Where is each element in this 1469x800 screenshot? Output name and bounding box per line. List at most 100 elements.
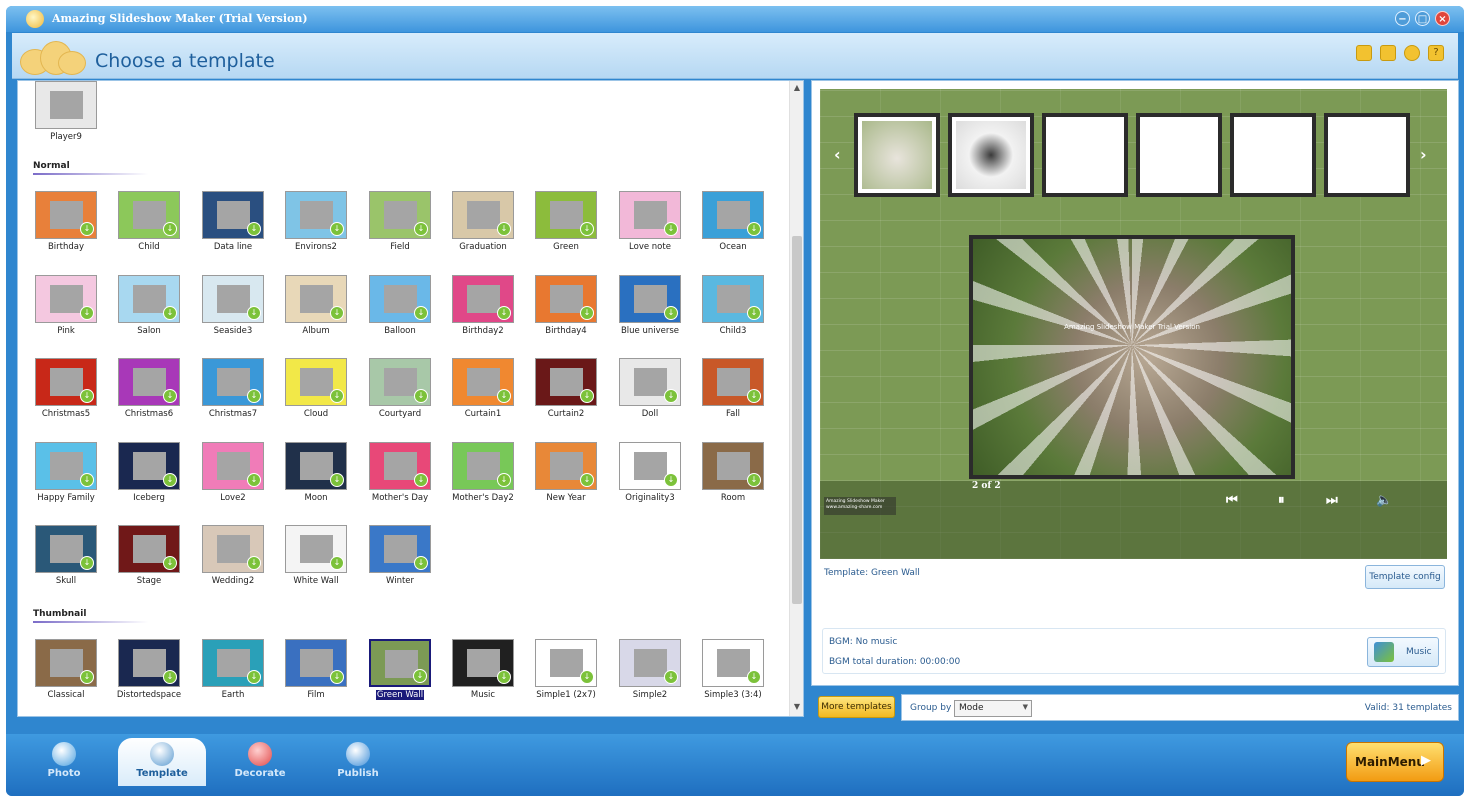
template-item[interactable]: ↓ Wedding2 xyxy=(193,525,273,589)
tab-template[interactable]: Template xyxy=(118,738,206,786)
template-item[interactable]: ↓ Album xyxy=(276,275,356,339)
template-item[interactable]: ↓ Child3 xyxy=(693,275,773,339)
photo-placeholder xyxy=(550,368,583,396)
template-item[interactable]: ↓ Fall xyxy=(693,358,773,422)
template-item[interactable]: ↓ Pink xyxy=(26,275,106,339)
template-thumbnail: ↓ xyxy=(118,275,180,323)
close-button[interactable]: × xyxy=(1435,11,1450,26)
template-item[interactable]: ↓ Winter xyxy=(360,525,440,589)
tab-publish-label: Publish xyxy=(337,768,379,779)
maximize-button[interactable]: □ xyxy=(1415,11,1430,26)
template-item[interactable]: ↓ Love2 xyxy=(193,442,273,506)
prev-icon[interactable]: ⏮ xyxy=(1226,493,1238,508)
template-item[interactable]: ↓ Birthday4 xyxy=(526,275,606,339)
template-item[interactable]: ↓ White Wall xyxy=(276,525,356,589)
template-item[interactable]: ↓ Birthday xyxy=(26,191,106,255)
template-item[interactable]: ↓ Ocean xyxy=(693,191,773,255)
strip-slot-3[interactable] xyxy=(1042,113,1128,197)
template-scrollbar[interactable]: ▲ ▼ xyxy=(789,81,803,716)
template-item[interactable]: ↓ Moon xyxy=(276,442,356,506)
template-item[interactable]: ↓ Child xyxy=(109,191,189,255)
strip-photo-1[interactable] xyxy=(854,113,940,197)
template-item[interactable]: ↓ Love note xyxy=(610,191,690,255)
tips-icon[interactable] xyxy=(1404,45,1420,61)
next-icon[interactable]: ⏭ xyxy=(1326,493,1338,508)
photo-placeholder xyxy=(717,368,750,396)
template-item[interactable]: ↓ Balloon xyxy=(360,275,440,339)
tab-publish[interactable]: Publish xyxy=(314,738,402,786)
template-item[interactable]: ↓ Classical xyxy=(26,639,106,703)
strip-slot-5[interactable] xyxy=(1230,113,1316,197)
music-button[interactable]: Music xyxy=(1367,637,1439,667)
template-item[interactable]: ↓ Distortedspace xyxy=(109,639,189,703)
scroll-down-icon[interactable]: ▼ xyxy=(792,702,802,714)
main-menu-button[interactable]: MainMenu ▶ xyxy=(1346,742,1444,782)
template-item[interactable]: ↓ Simple1 (2x7) xyxy=(526,639,606,703)
save-icon[interactable] xyxy=(1380,45,1396,61)
template-label: Happy Family xyxy=(37,493,95,503)
pause-icon[interactable]: ⏸ xyxy=(1278,493,1285,508)
template-item[interactable]: ↓ Happy Family xyxy=(26,442,106,506)
minimize-button[interactable]: − xyxy=(1395,11,1410,26)
template-item[interactable]: ↓ Stage xyxy=(109,525,189,589)
strip-next-icon[interactable]: › xyxy=(1420,145,1427,164)
photo-placeholder xyxy=(550,649,583,677)
template-label: Data line xyxy=(213,242,253,252)
strip-prev-icon[interactable]: ‹ xyxy=(834,145,841,164)
template-config-button[interactable]: Template config xyxy=(1365,565,1445,589)
tab-photo[interactable]: Photo xyxy=(20,738,108,786)
template-item[interactable]: ↓ Earth xyxy=(193,639,273,703)
template-item[interactable]: ↓ Curtain1 xyxy=(443,358,523,422)
template-item[interactable]: ↓ Green xyxy=(526,191,606,255)
template-label: Courtyard xyxy=(378,409,422,419)
template-item[interactable]: ↓ Green Wall xyxy=(360,639,440,703)
template-item[interactable]: ↓ Birthday2 xyxy=(443,275,523,339)
bgm-label: BGM: No music xyxy=(829,637,898,647)
template-item[interactable]: ↓ New Year xyxy=(526,442,606,506)
template-item[interactable]: Player9 xyxy=(26,81,106,145)
folder-icon[interactable] xyxy=(1356,45,1372,61)
template-item[interactable]: ↓ Courtyard xyxy=(360,358,440,422)
template-item[interactable]: ↓ Christmas6 xyxy=(109,358,189,422)
template-item[interactable]: ↓ Data line xyxy=(193,191,273,255)
download-icon: ↓ xyxy=(747,222,761,236)
download-icon: ↓ xyxy=(414,556,428,570)
template-item[interactable]: ↓ Salon xyxy=(109,275,189,339)
strip-slot-6[interactable] xyxy=(1324,113,1410,197)
title-bar: Amazing Slideshow Maker (Trial Version) … xyxy=(6,6,1464,32)
template-item[interactable]: ↓ Blue universe xyxy=(610,275,690,339)
template-label: Iceberg xyxy=(133,493,165,503)
template-item[interactable]: ↓ Room xyxy=(693,442,773,506)
help-icon[interactable]: ? xyxy=(1428,45,1444,61)
more-templates-button[interactable]: More templates xyxy=(818,696,895,718)
template-item[interactable]: ↓ Simple2 xyxy=(610,639,690,703)
template-item[interactable]: ↓ Curtain2 xyxy=(526,358,606,422)
download-icon: ↓ xyxy=(747,306,761,320)
strip-photo-2[interactable] xyxy=(948,113,1034,197)
template-item[interactable]: ↓ Seaside3 xyxy=(193,275,273,339)
template-thumbnail: ↓ xyxy=(619,358,681,406)
template-item[interactable]: ↓ Cloud xyxy=(276,358,356,422)
template-item[interactable]: ↓ Film xyxy=(276,639,356,703)
tab-decorate[interactable]: Decorate xyxy=(216,738,304,786)
template-item[interactable]: ↓ Environs2 xyxy=(276,191,356,255)
template-item[interactable]: ↓ Doll xyxy=(610,358,690,422)
template-item[interactable]: ↓ Music xyxy=(443,639,523,703)
scroll-thumb[interactable] xyxy=(792,236,802,604)
volume-icon[interactable]: 🔈 xyxy=(1376,493,1392,508)
template-item[interactable]: ↓ Originality3 xyxy=(610,442,690,506)
template-thumbnail: ↓ xyxy=(619,191,681,239)
scroll-up-icon[interactable]: ▲ xyxy=(792,83,802,95)
template-item[interactable]: ↓ Simple3 (3:4) xyxy=(693,639,773,703)
template-item[interactable]: ↓ Graduation xyxy=(443,191,523,255)
template-item[interactable]: ↓ Field xyxy=(360,191,440,255)
group-by-select[interactable]: Mode ▼ xyxy=(954,700,1032,717)
template-label: Child3 xyxy=(719,326,747,336)
template-item[interactable]: ↓ Skull xyxy=(26,525,106,589)
template-item[interactable]: ↓ Mother's Day xyxy=(360,442,440,506)
template-item[interactable]: ↓ Iceberg xyxy=(109,442,189,506)
strip-slot-4[interactable] xyxy=(1136,113,1222,197)
template-item[interactable]: ↓ Christmas5 xyxy=(26,358,106,422)
template-item[interactable]: ↓ Christmas7 xyxy=(193,358,273,422)
template-item[interactable]: ↓ Mother's Day2 xyxy=(443,442,523,506)
